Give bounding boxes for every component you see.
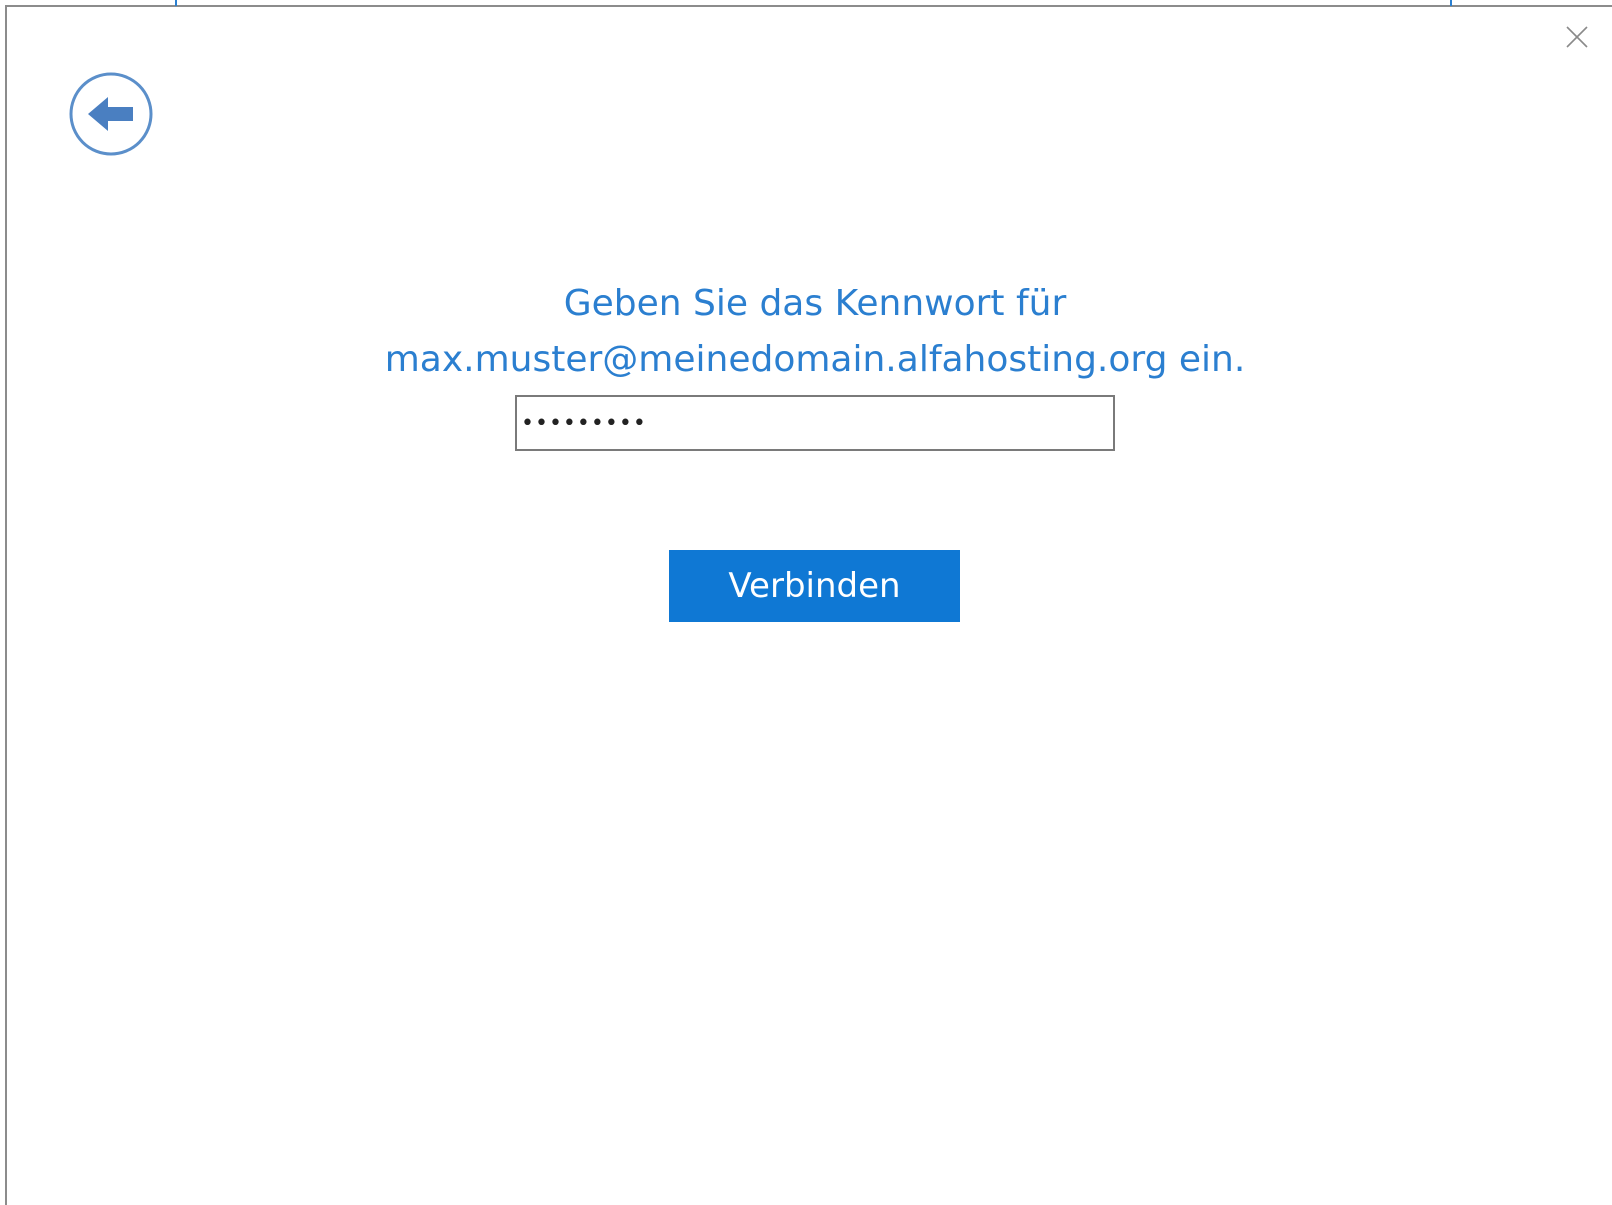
connect-button[interactable]: Verbinden: [669, 550, 960, 622]
password-input[interactable]: [515, 395, 1115, 451]
top-border-tick-left: [175, 0, 177, 6]
close-icon: [1566, 26, 1588, 48]
password-prompt: Geben Sie das Kennwort für max.muster@me…: [0, 276, 1612, 388]
back-arrow-icon: [69, 72, 153, 156]
back-button[interactable]: [69, 72, 153, 156]
close-button[interactable]: [1561, 21, 1593, 53]
top-border-tick-right: [1450, 0, 1452, 6]
prompt-line-2: max.muster@meinedomain.alfahosting.org e…: [384, 339, 1246, 380]
prompt-line-1: Geben Sie das Kennwort für: [563, 283, 1067, 324]
